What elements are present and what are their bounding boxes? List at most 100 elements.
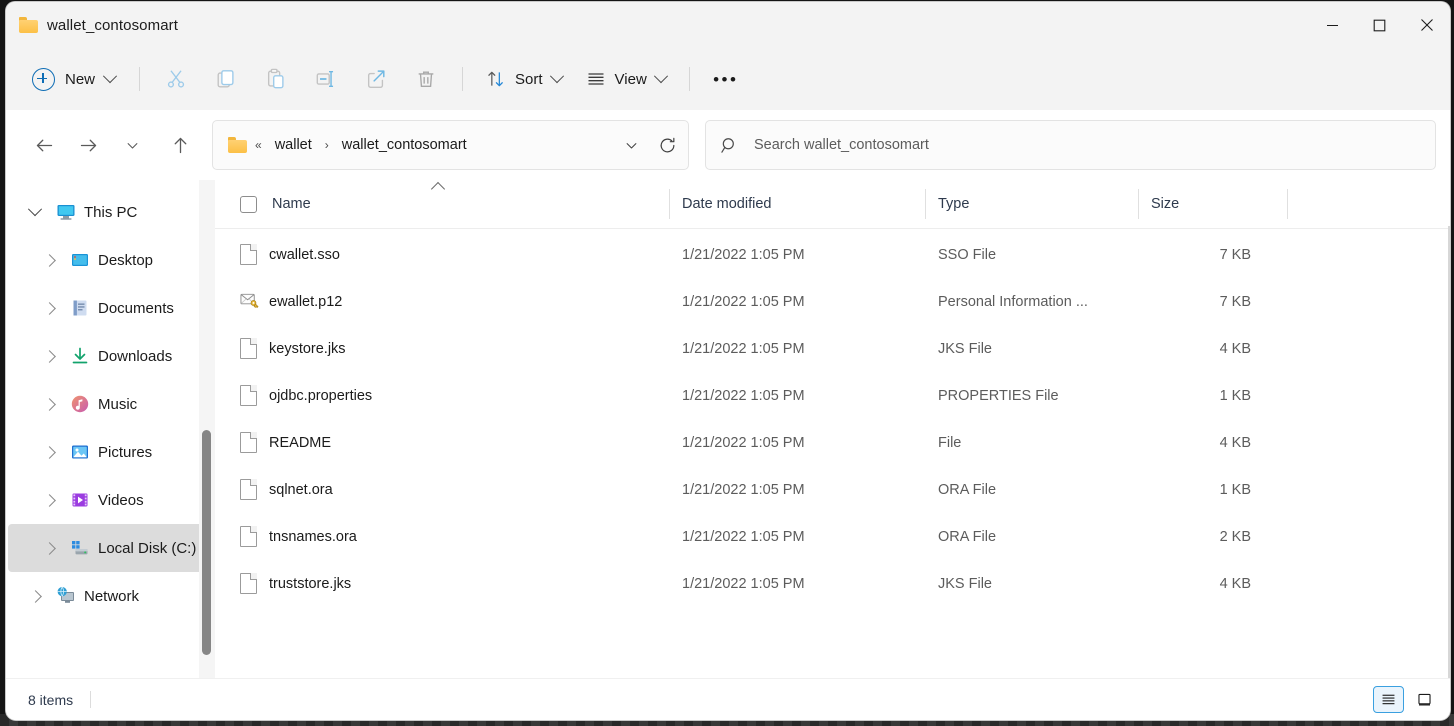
table-row[interactable]: keystore.jks 1/21/2022 1:05 PM JKS File … bbox=[215, 325, 1450, 372]
chevron-down-icon bbox=[654, 69, 668, 83]
sort-arrows-icon bbox=[486, 69, 506, 89]
network-icon bbox=[56, 586, 76, 606]
column-header-date-modified[interactable]: Date modified bbox=[669, 180, 925, 228]
explorer-body: This PC Desktop bbox=[6, 180, 1450, 678]
chevron-right-icon[interactable] bbox=[36, 496, 62, 505]
sidebar-item-desktop[interactable]: Desktop bbox=[8, 236, 213, 284]
copy-button[interactable] bbox=[202, 59, 250, 99]
file-name: cwallet.sso bbox=[269, 247, 340, 263]
toolbar-divider bbox=[139, 67, 140, 91]
sidebar-item-videos[interactable]: Videos bbox=[8, 476, 213, 524]
search-input[interactable]: Search wallet_contosomart bbox=[754, 137, 929, 153]
breadcrumb-item-wallet[interactable]: wallet bbox=[270, 134, 317, 156]
table-row[interactable]: truststore.jks 1/21/2022 1:05 PM JKS Fil… bbox=[215, 560, 1450, 607]
table-row[interactable]: ojdbc.properties 1/21/2022 1:05 PM PROPE… bbox=[215, 372, 1450, 419]
cell-name: ewallet.p12 bbox=[232, 291, 669, 312]
share-icon bbox=[365, 68, 387, 90]
cut-button[interactable] bbox=[152, 59, 200, 99]
view-toggle-group bbox=[1373, 686, 1440, 713]
sidebar-item-this-pc[interactable]: This PC bbox=[8, 188, 213, 236]
cell-type: JKS File bbox=[925, 341, 1138, 357]
chevron-right-icon[interactable] bbox=[22, 592, 48, 601]
column-header-name[interactable]: Name bbox=[232, 180, 669, 228]
paste-button[interactable] bbox=[252, 59, 300, 99]
chevron-right-icon[interactable] bbox=[36, 352, 62, 361]
sidebar-item-downloads[interactable]: Downloads bbox=[8, 332, 213, 380]
window-controls bbox=[1309, 2, 1450, 48]
documents-icon bbox=[70, 298, 90, 318]
recent-locations-button[interactable] bbox=[110, 126, 154, 164]
arrow-right-icon bbox=[78, 135, 99, 156]
chevron-right-icon[interactable] bbox=[36, 448, 62, 457]
cell-size: 7 KB bbox=[1138, 247, 1287, 263]
minimize-button[interactable] bbox=[1309, 2, 1356, 48]
share-button[interactable] bbox=[352, 59, 400, 99]
sidebar-scrollbar-thumb[interactable] bbox=[202, 430, 211, 655]
search-box[interactable]: Search wallet_contosomart bbox=[705, 120, 1436, 170]
arrow-up-icon bbox=[170, 135, 191, 156]
refresh-button[interactable] bbox=[650, 128, 684, 162]
chevron-down-icon[interactable] bbox=[22, 207, 48, 217]
column-header-size[interactable]: Size bbox=[1138, 180, 1287, 228]
pane-right-edge bbox=[1448, 226, 1450, 678]
column-header-label: Name bbox=[272, 196, 311, 212]
rename-button[interactable] bbox=[302, 59, 350, 99]
column-header-label: Type bbox=[938, 196, 969, 212]
column-header-type[interactable]: Type bbox=[925, 180, 1138, 228]
large-icons-view-button[interactable] bbox=[1409, 686, 1440, 713]
toolbar-divider-2 bbox=[462, 67, 463, 91]
sidebar-item-local-disk-c[interactable]: Local Disk (C:) bbox=[8, 524, 213, 572]
chevron-right-icon[interactable] bbox=[36, 400, 62, 409]
cell-type: ORA File bbox=[925, 529, 1138, 545]
maximize-button[interactable] bbox=[1356, 2, 1403, 48]
table-row[interactable]: sqlnet.ora 1/21/2022 1:05 PM ORA File 1 … bbox=[215, 466, 1450, 513]
column-header-label: Size bbox=[1151, 196, 1179, 212]
file-name: README bbox=[269, 435, 331, 451]
cell-type: ORA File bbox=[925, 482, 1138, 498]
table-row[interactable]: tnsnames.ora 1/21/2022 1:05 PM ORA File … bbox=[215, 513, 1450, 560]
address-dropdown-button[interactable] bbox=[614, 128, 648, 162]
chevron-right-icon[interactable] bbox=[36, 304, 62, 313]
title-bar-left: wallet_contosomart bbox=[6, 2, 178, 48]
blank-file-icon bbox=[240, 573, 257, 594]
back-button[interactable] bbox=[22, 126, 66, 164]
chevron-right-icon[interactable] bbox=[36, 256, 62, 265]
monitor-icon bbox=[56, 202, 76, 222]
details-view-button[interactable] bbox=[1373, 686, 1404, 713]
view-button[interactable]: View bbox=[575, 60, 677, 98]
cell-date-modified: 1/21/2022 1:05 PM bbox=[669, 482, 925, 498]
breadcrumb-overflow[interactable]: « bbox=[255, 138, 262, 152]
pictures-icon bbox=[70, 442, 90, 462]
navigation-bar: « wallet › wallet_contosomart Search wal… bbox=[6, 110, 1450, 180]
column-headers: Name Date modified Type Size bbox=[215, 180, 1450, 229]
cell-size: 4 KB bbox=[1138, 576, 1287, 592]
address-bar[interactable]: « wallet › wallet_contosomart bbox=[212, 120, 689, 170]
sidebar-item-pictures[interactable]: Pictures bbox=[8, 428, 213, 476]
sidebar-item-documents[interactable]: Documents bbox=[8, 284, 213, 332]
table-row[interactable]: README 1/21/2022 1:05 PM File 4 KB bbox=[215, 419, 1450, 466]
disk-icon bbox=[70, 538, 90, 558]
see-more-button[interactable]: ••• bbox=[702, 59, 750, 99]
arrow-left-icon bbox=[34, 135, 55, 156]
select-all-checkbox[interactable] bbox=[240, 196, 257, 213]
sidebar-item-network[interactable]: Network bbox=[8, 572, 213, 620]
close-button[interactable] bbox=[1403, 2, 1450, 48]
file-rows: cwallet.sso 1/21/2022 1:05 PM SSO File 7… bbox=[215, 229, 1450, 678]
cell-type: PROPERTIES File bbox=[925, 388, 1138, 404]
delete-button[interactable] bbox=[402, 59, 450, 99]
new-button[interactable]: New bbox=[24, 61, 127, 97]
sidebar-item-music[interactable]: Music bbox=[8, 380, 213, 428]
up-button[interactable] bbox=[158, 126, 202, 164]
forward-button[interactable] bbox=[66, 126, 110, 164]
sort-button[interactable]: Sort bbox=[475, 60, 573, 98]
file-name: keystore.jks bbox=[269, 341, 346, 357]
cell-date-modified: 1/21/2022 1:05 PM bbox=[669, 247, 925, 263]
folder-icon bbox=[19, 17, 38, 33]
table-row[interactable]: ewallet.p12 1/21/2022 1:05 PM Personal I… bbox=[215, 278, 1450, 325]
window-title: wallet_contosomart bbox=[47, 17, 178, 34]
sidebar-scrollbar[interactable] bbox=[199, 180, 215, 678]
table-row[interactable]: cwallet.sso 1/21/2022 1:05 PM SSO File 7… bbox=[215, 231, 1450, 278]
cell-date-modified: 1/21/2022 1:05 PM bbox=[669, 435, 925, 451]
chevron-right-icon[interactable] bbox=[36, 544, 62, 553]
breadcrumb-item-wallet-contosomart[interactable]: wallet_contosomart bbox=[337, 134, 472, 156]
